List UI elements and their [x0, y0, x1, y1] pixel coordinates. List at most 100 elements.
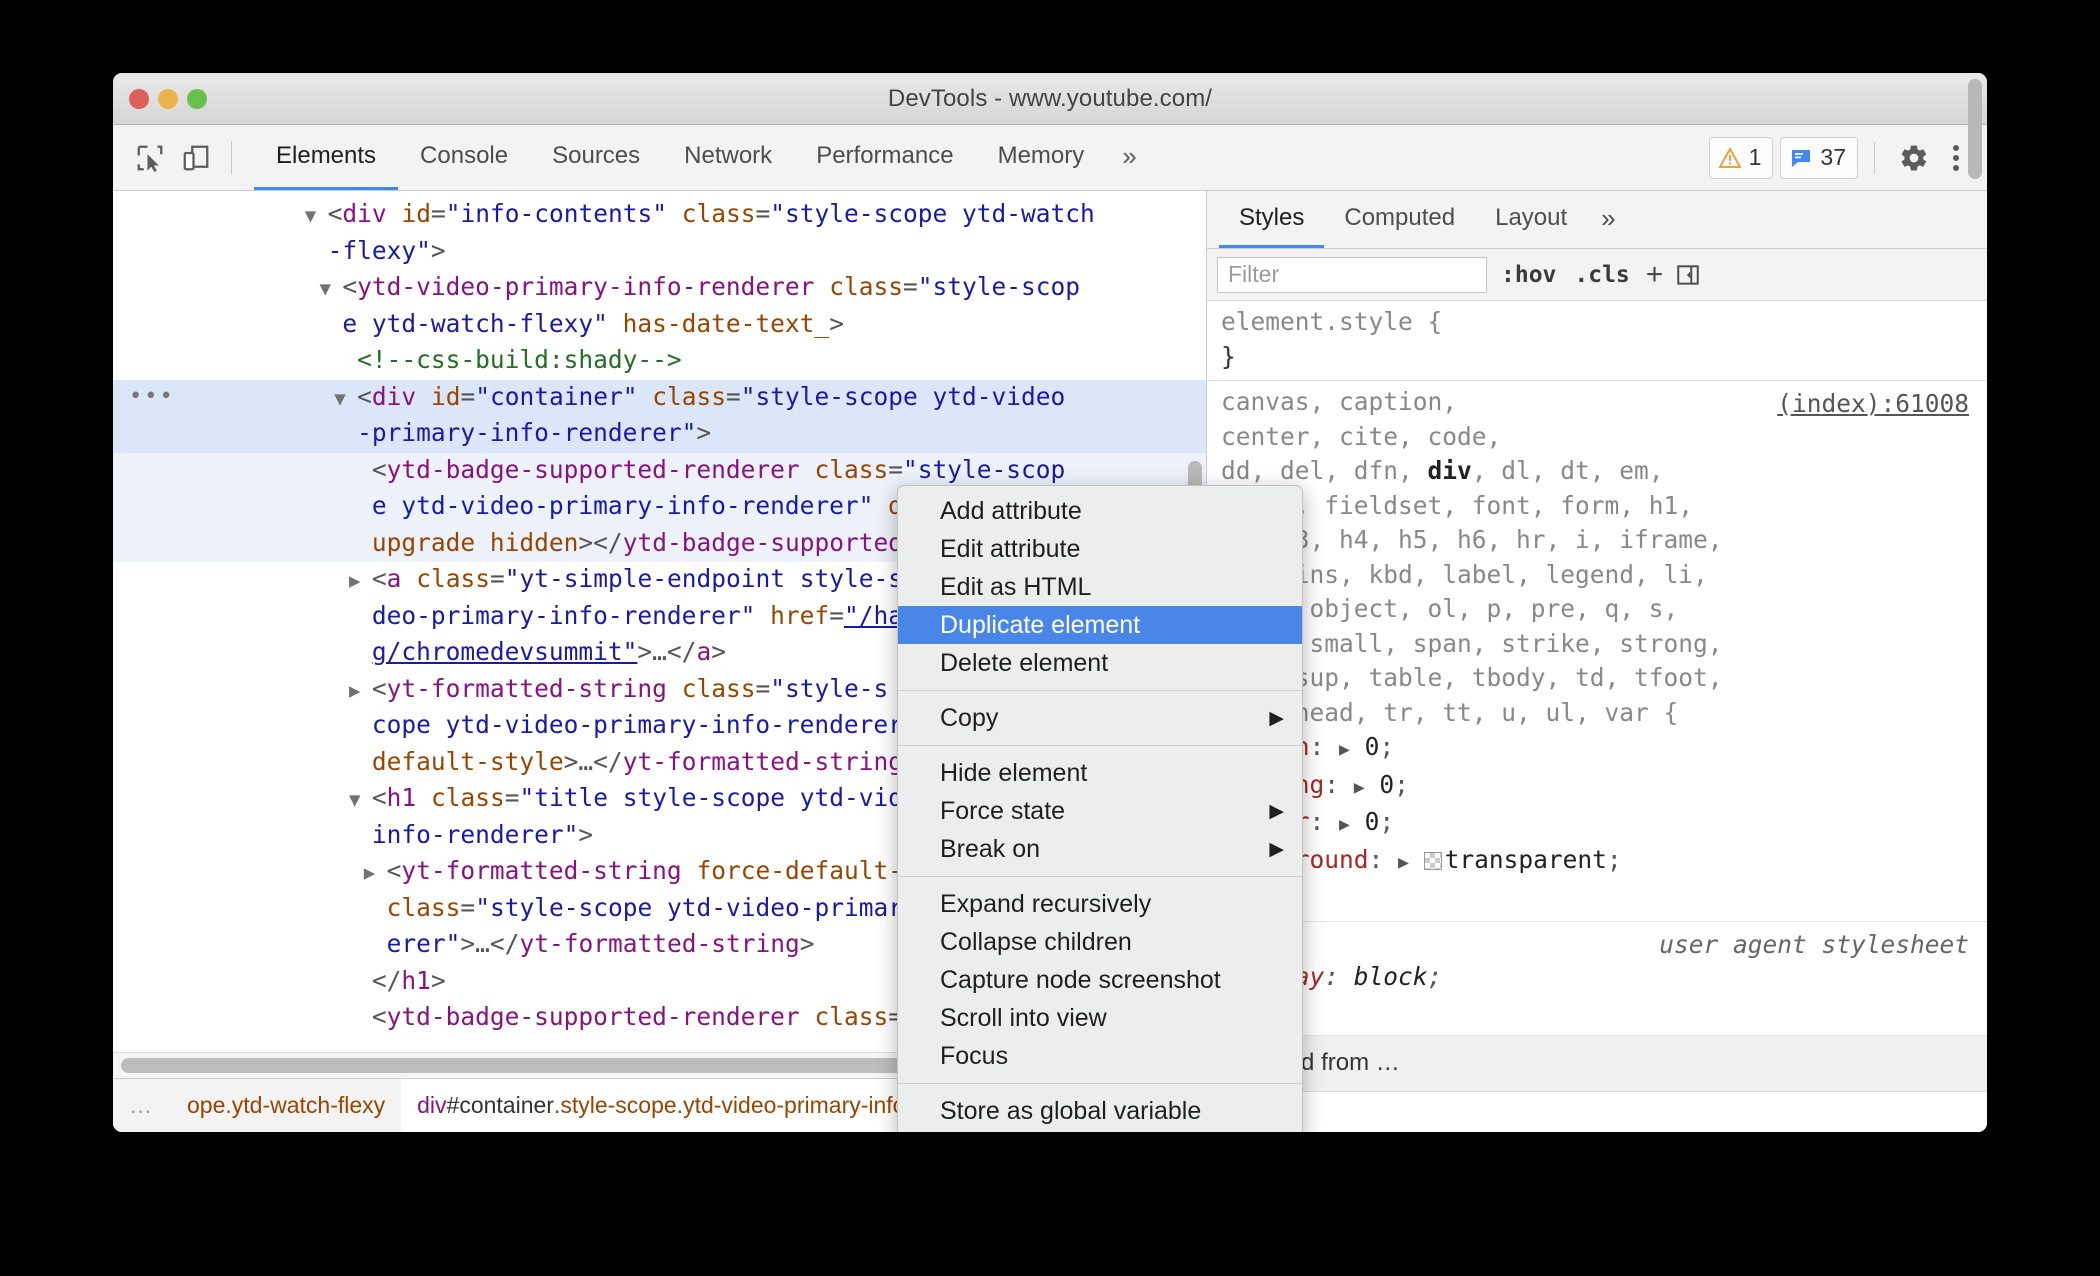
css-value[interactable]: 0: [1365, 732, 1380, 761]
dom-row-spacer: [305, 242, 328, 264]
toggle-sidebar-icon[interactable]: [1675, 262, 1701, 288]
dom-token-val: info-renderer": [371, 819, 579, 849]
tab-sources[interactable]: Sources: [530, 125, 662, 190]
css-rule-block[interactable]: (index):61008 canvas, caption, center, ci…: [1207, 381, 1987, 922]
dom-row-spacer: [349, 497, 372, 519]
gear-icon[interactable]: [1891, 143, 1937, 173]
css-selector[interactable]: element.style {: [1221, 305, 1987, 340]
expand-shorthand-icon[interactable]: ▶: [1339, 739, 1350, 760]
css-rule-block[interactable]: user agent stylesheetdiv { display: bloc…: [1207, 922, 1987, 1036]
traffic-light-buttons: [129, 89, 207, 109]
menu-item-break-on[interactable]: Break on ▶: [898, 830, 1302, 868]
css-semicolon: ;: [1427, 962, 1443, 991]
menu-item-label: Edit as HTML: [940, 572, 1092, 601]
color-swatch[interactable]: [1423, 851, 1442, 870]
expand-shorthand-icon[interactable]: ▶: [1354, 777, 1365, 798]
expand-triangle-closed-icon[interactable]: ▶: [364, 862, 387, 884]
css-rule-block[interactable]: element.style {}: [1207, 301, 1987, 381]
tab-computed[interactable]: Computed: [1324, 191, 1475, 248]
dom-tree-row[interactable]: ▼ <ytd-video-primary-info-renderer class…: [113, 270, 1206, 307]
styles-toolbar: :hov .cls +: [1207, 249, 1987, 301]
tab-memory[interactable]: Memory: [976, 125, 1107, 190]
tab-styles[interactable]: Styles: [1219, 191, 1325, 248]
toggle-class-button[interactable]: .cls: [1570, 262, 1633, 288]
menu-item-edit-as-html[interactable]: Edit as HTML: [898, 568, 1302, 606]
expand-shorthand-icon[interactable]: ▶: [1339, 814, 1350, 835]
menu-item-collapse-children[interactable]: Collapse children: [898, 923, 1302, 961]
more-tabs-chevron-icon[interactable]: »: [1106, 125, 1152, 190]
menu-item-store-as-global-variable[interactable]: Store as global variable: [898, 1092, 1302, 1130]
css-declaration[interactable]: background: ▶ transparent;: [1221, 843, 1987, 881]
menu-item-force-state[interactable]: Force state ▶: [898, 792, 1302, 830]
styles-rules-list[interactable]: element.style {} (index):61008 canvas, cap…: [1207, 301, 1987, 1132]
expand-triangle-open-icon[interactable]: ▼: [334, 388, 357, 410]
tab-elements[interactable]: Elements: [254, 125, 399, 190]
tab-performance[interactable]: Performance: [794, 125, 975, 190]
expand-triangle-open-icon[interactable]: ▼: [349, 789, 372, 811]
dom-token-tag: h1: [401, 965, 431, 995]
dom-tree-row[interactable]: <!--css-build:shady-->: [113, 343, 1206, 380]
css-value[interactable]: 0: [1365, 807, 1380, 836]
css-declaration[interactable]: border: ▶ 0;: [1221, 805, 1987, 843]
styles-vertical-scrollbar[interactable]: [1968, 79, 1982, 179]
dom-token-punct: <: [386, 856, 402, 885]
css-declaration[interactable]: padding: ▶ 0;: [1221, 768, 1987, 806]
menu-separator: [898, 745, 1302, 746]
breadcrumb-left-overflow[interactable]: …: [113, 1079, 171, 1132]
menu-item-add-attribute[interactable]: Add attribute: [898, 492, 1302, 530]
warnings-badge[interactable]: 1: [1708, 136, 1774, 179]
styles-filter-input[interactable]: [1217, 256, 1487, 293]
css-declaration[interactable]: margin: ▶ 0;: [1221, 730, 1987, 768]
menu-item-expand-recursively[interactable]: Expand recursively: [898, 885, 1302, 923]
dom-token-punct: >…</: [563, 746, 623, 776]
dom-token-val: "container": [475, 381, 638, 411]
expand-triangle-closed-icon[interactable]: ▶: [349, 570, 372, 592]
menu-item-hide-element[interactable]: Hide element: [898, 754, 1302, 792]
css-value[interactable]: block: [1354, 962, 1428, 991]
expand-shorthand-icon[interactable]: ▶: [1398, 852, 1409, 873]
menu-item-delete-element[interactable]: Delete element: [898, 644, 1302, 682]
toolbar-divider-2: [1874, 141, 1875, 174]
plus-icon[interactable]: +: [1644, 259, 1666, 290]
css-declaration[interactable]: display: block;: [1221, 960, 1987, 995]
tab-network[interactable]: Network: [662, 125, 794, 190]
menu-item-scroll-into-view[interactable]: Scroll into view: [898, 999, 1302, 1037]
dom-row-indent: [113, 674, 349, 703]
breadcrumb-item-parent[interactable]: ope.ytd-watch-flexy: [171, 1079, 401, 1132]
menu-item-focus[interactable]: Focus: [898, 1037, 1302, 1075]
dom-token-punct: =: [460, 892, 476, 922]
css-selector[interactable]: canvas, caption, center, cite, code, dd,…: [1221, 385, 1987, 730]
dom-tree-row[interactable]: ▼ <div id="info-contents" class="style-s…: [113, 197, 1206, 234]
warning-triangle-icon: [1717, 146, 1742, 168]
expand-triangle-open-icon[interactable]: ▼: [320, 278, 343, 300]
messages-badge[interactable]: 37: [1780, 136, 1858, 179]
dom-token-attr: class: [386, 892, 461, 922]
dom-tree-row[interactable]: -flexy">: [113, 234, 1206, 271]
dom-tree-row[interactable]: <ytd-badge-supported-renderer class="sty…: [113, 452, 1206, 489]
minimize-window-button[interactable]: [158, 89, 178, 109]
menu-item-duplicate-element[interactable]: Duplicate element: [898, 606, 1302, 644]
styles-more-tabs-chevron-icon[interactable]: »: [1587, 191, 1629, 248]
css-value[interactable]: 0: [1379, 770, 1394, 799]
dom-tree-row[interactable]: ••• ▼ <div id="container" class="style-s…: [113, 379, 1206, 416]
dom-tree-row[interactable]: -primary-info-renderer">: [113, 416, 1206, 453]
dom-token-tag: ytd-badge-supported-renderer: [386, 1002, 800, 1031]
expand-triangle-open-icon[interactable]: ▼: [305, 205, 328, 227]
css-value[interactable]: transparent: [1445, 845, 1607, 874]
expand-triangle-closed-icon[interactable]: ▶: [349, 680, 372, 702]
tab-console[interactable]: Console: [398, 125, 530, 190]
device-toolbar-icon[interactable]: [173, 125, 219, 190]
menu-item-copy[interactable]: Copy ▶: [898, 699, 1302, 737]
dom-tree-row[interactable]: e ytd-watch-flexy" has-date-text_>: [113, 307, 1206, 344]
inspect-element-icon[interactable]: [127, 125, 173, 190]
toggle-hover-state-button[interactable]: :hov: [1497, 262, 1560, 288]
css-source-link[interactable]: (index):61008: [1777, 387, 1969, 422]
menu-item-edit-attribute[interactable]: Edit attribute: [898, 530, 1302, 568]
tab-layout[interactable]: Layout: [1475, 191, 1587, 248]
dom-token-punct: =: [902, 272, 918, 301]
dom-row-gutter-ellipsis-icon[interactable]: •••: [129, 380, 175, 415]
menu-item-capture-node-screenshot[interactable]: Capture node screenshot: [898, 961, 1302, 999]
close-window-button[interactable]: [129, 89, 149, 109]
zoom-window-button[interactable]: [187, 89, 207, 109]
dom-token-link[interactable]: g/chromedevsummit": [372, 637, 638, 666]
